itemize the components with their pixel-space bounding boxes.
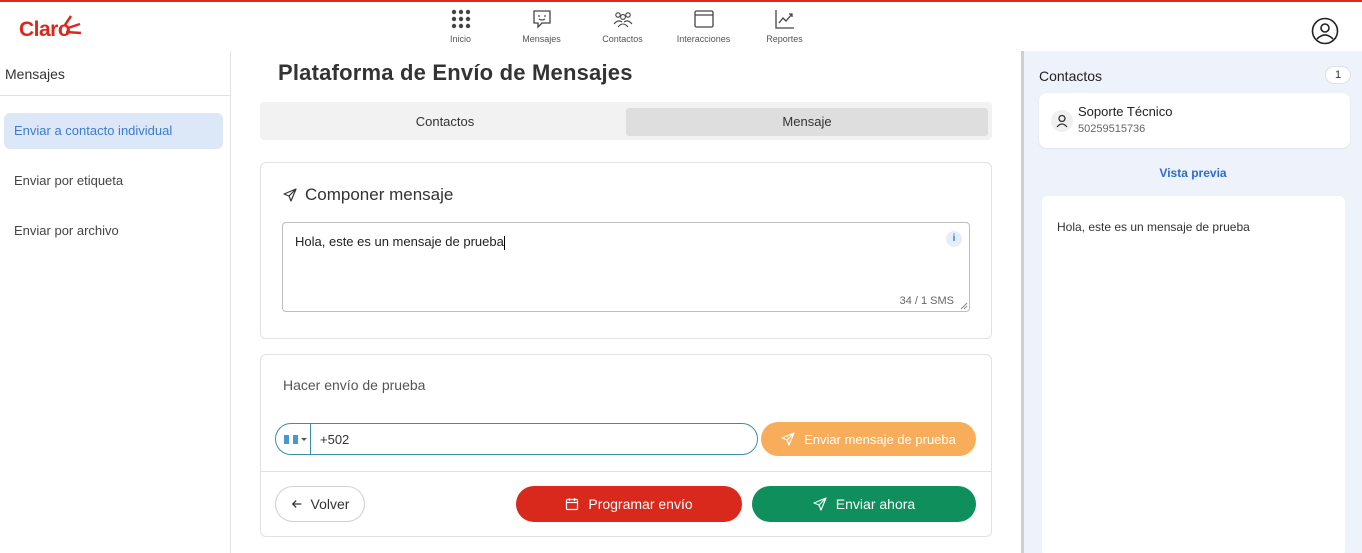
contact-card[interactable]: Soporte Técnico 50259515736 [1039,93,1350,148]
avatar [1051,110,1073,132]
nav-label: Inicio [449,34,471,44]
info-icon[interactable]: i [946,231,962,247]
test-send-title: Hacer envío de prueba [283,377,426,393]
compose-title: Componer mensaje [305,185,454,204]
send-icon [781,432,795,446]
nav-label: Mensajes [522,34,561,44]
test-send-card: Hacer envío de prueba Enviar mensaje de … [260,354,992,537]
contacts-icon [613,12,632,28]
send-test-button[interactable]: Enviar mensaje de prueba [761,422,976,456]
message-text: Hola, este es un mensaje de prueba [295,234,504,249]
message-icon [532,10,551,29]
phone-input[interactable] [320,432,496,447]
send-icon [283,188,297,202]
sidebar: Mensajes Enviar a contacto individual En… [0,51,231,553]
resize-handle-icon[interactable] [960,302,968,310]
sidebar-item-archivo[interactable]: Enviar por archivo [4,213,223,249]
nav-label: Interacciones [676,34,731,44]
grid-icon [451,9,470,29]
calendar-icon [566,498,579,511]
country-selector[interactable] [276,424,311,454]
chart-icon [774,10,794,29]
user-account-icon[interactable] [1311,17,1339,45]
nav-item-interacciones[interactable]: Interacciones [663,8,744,44]
contact-name: Soporte Técnico [1078,104,1173,119]
sms-counter: 34 / 1 SMS [899,295,954,307]
contact-phone: 50259515736 [1078,123,1146,135]
tab-mensaje[interactable]: Mensaje [626,108,988,136]
send-icon [813,497,827,511]
back-button[interactable]: Volver [275,486,365,522]
window-icon [693,10,714,28]
send-now-label: Enviar ahora [835,496,916,512]
contacts-count-badge: 1 [1325,66,1351,84]
actions-divider [261,471,991,472]
nav-label: Reportes [766,34,803,44]
right-panel: Contactos 1 Soporte Técnico 50259515736 … [1021,51,1362,553]
sidebar-title: Mensajes [5,66,65,82]
schedule-label: Programar envío [588,496,693,512]
tabs: Contactos Mensaje [260,102,992,140]
guatemala-flag-icon [284,435,299,444]
nav-label: Contactos [602,34,643,44]
arrow-left-icon [291,500,301,508]
sidebar-item-individual[interactable]: Enviar a contacto individual [4,113,223,149]
sidebar-divider [0,95,230,96]
tab-contactos[interactable]: Contactos [264,108,626,136]
nav-item-contactos[interactable]: Contactos [582,8,663,44]
message-preview: Hola, este es un mensaje de prueba [1042,196,1345,553]
nav-item-reportes[interactable]: Reportes [744,8,825,44]
person-icon [1056,114,1068,128]
back-label: Volver [310,496,350,512]
sidebar-item-etiqueta[interactable]: Enviar por etiqueta [4,163,223,199]
preview-link[interactable]: Vista previa [1024,166,1362,180]
nav-item-inicio[interactable]: Inicio [420,8,501,44]
chevron-down-icon [301,438,307,441]
message-textarea[interactable]: Hola, este es un mensaje de prueba i 34 … [282,222,970,312]
compose-header: Componer mensaje [283,185,453,205]
phone-field [275,423,758,455]
text-caret [503,235,505,250]
compose-card: Componer mensaje Hola, este es un mensaj… [260,162,992,339]
send-now-button[interactable]: Enviar ahora [752,486,976,522]
schedule-button[interactable]: Programar envío [516,486,742,522]
main-nav: Inicio Mensajes Contactos Interacciones … [420,8,825,44]
nav-item-mensajes[interactable]: Mensajes [501,8,582,44]
send-test-label: Enviar mensaje de prueba [804,431,956,447]
top-header: Claro Inicio Mensajes Contactos Interacc… [0,2,1362,51]
page-title: Plataforma de Envío de Mensajes [278,60,633,85]
claro-logo-mark-icon [63,15,82,35]
contacts-panel-title: Contactos [1039,68,1103,84]
